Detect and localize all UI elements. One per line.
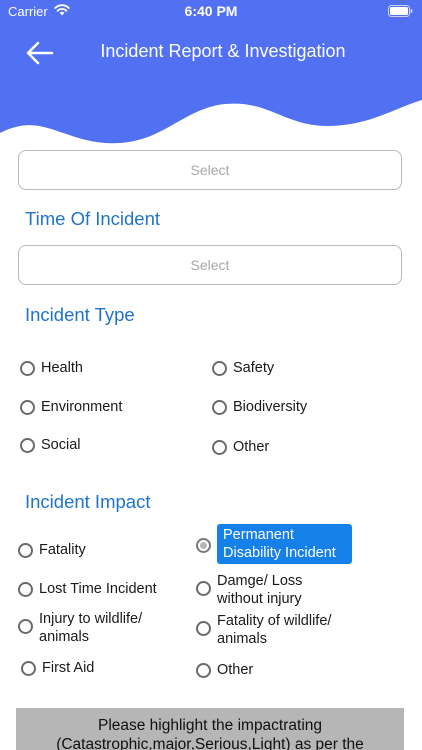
radio-fatality[interactable]: Fatality [18,541,86,559]
time-of-incident-select[interactable]: Select [18,245,402,285]
radio-label: Environment [41,399,123,415]
radio-circle-icon [18,543,33,558]
radio-selected-icon [196,538,211,553]
radio-safety[interactable]: Safety [212,359,274,377]
radio-label: Fatality of wildlife/ animals [217,613,332,647]
radio-social[interactable]: Social [20,436,81,454]
page-title: Incident Report & Investigation [100,41,346,61]
radio-circle-icon [18,619,33,634]
radio-other-type[interactable]: Other [212,438,269,456]
radio-circle-icon [196,621,211,636]
radio-label: Injury to wildlife/ animals [39,611,143,645]
radio-injury-wildlife[interactable]: Injury to wildlife/ animals [18,610,169,646]
radio-label: Biodiversity [233,399,308,415]
radio-environment[interactable]: Environment [20,398,122,416]
radio-label: Other [233,439,270,455]
radio-circle-icon [196,663,211,678]
radio-circle-icon [196,581,211,596]
radio-other-impact[interactable]: Other [196,661,253,679]
radio-label-selected: Permanent Disability Incident [217,524,352,564]
back-button[interactable] [24,38,56,68]
radio-label: Other [217,662,254,678]
date-select[interactable]: Select [18,150,402,190]
status-bar: Carrier 6:40 PM [0,0,422,24]
incident-impact-title: Incident Impact [25,491,151,512]
radio-health[interactable]: Health [20,359,83,377]
radio-permanent-disability[interactable]: Permanent Disability Incident [196,524,352,564]
radio-label: Safety [233,360,275,376]
radio-lost-time[interactable]: Lost Time Incident [18,580,157,598]
radio-label: Lost Time Incident [39,581,157,597]
incident-type-title: Incident Type [25,304,135,325]
radio-damage-loss[interactable]: Damge/ Loss without injury [196,572,332,608]
radio-circle-icon [18,582,33,597]
time-of-incident-label: Time Of Incident [25,208,161,229]
radio-label: Health [41,360,83,376]
battery-icon [388,5,413,17]
radio-label: Damge/ Loss without injury [217,573,303,607]
radio-circle-icon [212,361,227,376]
clock: 6:40 PM [184,3,238,19]
radio-first-aid[interactable]: First Aid [21,659,94,677]
radio-biodiversity[interactable]: Biodiversity [212,398,307,416]
radio-circle-icon [20,361,35,376]
radio-circle-icon [212,440,227,455]
radio-label: First Aid [42,660,95,676]
radio-circle-icon [20,438,35,453]
radio-circle-icon [21,661,36,676]
impact-rating-note: Please highlight the impactrating (Catas… [16,708,404,750]
radio-fatality-wildlife[interactable]: Fatality of wildlife/ animals [196,612,342,648]
radio-label: Fatality [39,542,86,558]
radio-circle-icon [20,400,35,415]
radio-label: Social [41,437,81,453]
radio-circle-icon [212,400,227,415]
